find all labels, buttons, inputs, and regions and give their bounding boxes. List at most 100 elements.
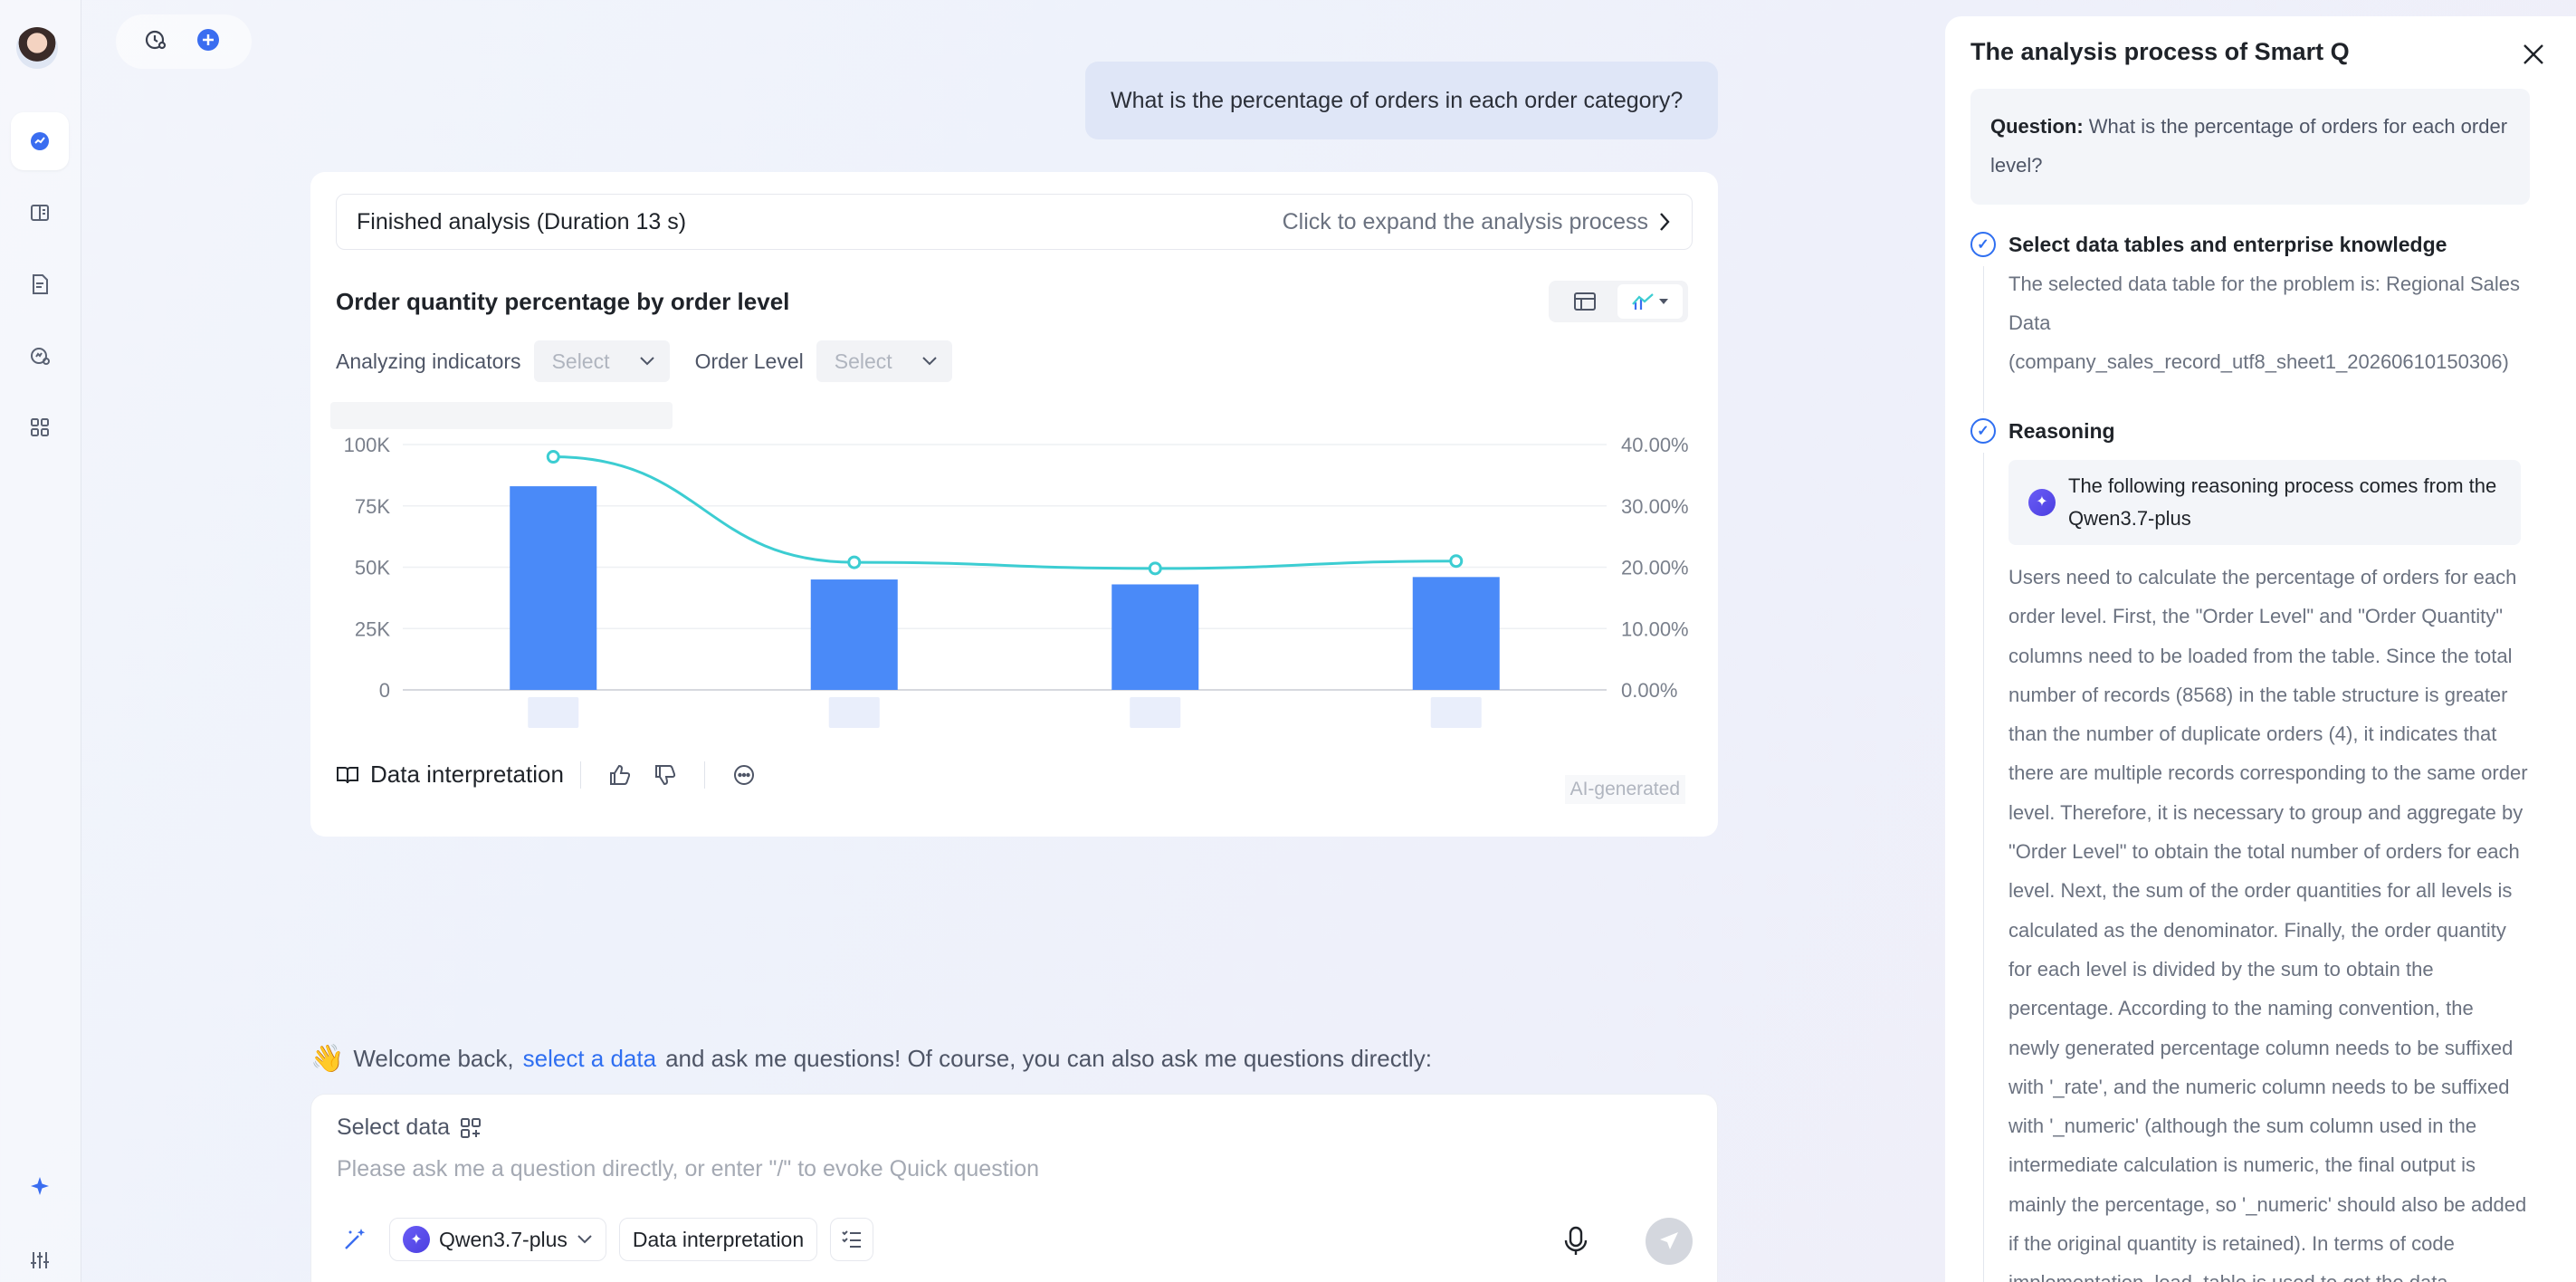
- bar: [1412, 577, 1500, 690]
- chart-title: Order quantity percentage by order level: [336, 288, 790, 315]
- bar: [1111, 584, 1199, 690]
- chart-view-icon[interactable]: [1617, 284, 1683, 319]
- x-tick-placeholder: [1430, 697, 1482, 728]
- line-point: [1449, 554, 1464, 569]
- input-tools: ✦ Qwen3.7-plus Data interpretation: [333, 1218, 874, 1261]
- model-source-note: ✦ The following reasoning process comes …: [2008, 460, 2521, 545]
- order-level-select[interactable]: Select: [816, 340, 952, 382]
- timeline-line: [1983, 266, 1984, 413]
- y-tick-label: 100K: [344, 434, 391, 456]
- chevron-down-icon: [922, 357, 937, 366]
- step1-title: Select data tables and enterprise knowle…: [2008, 232, 2447, 256]
- thumbs-down-icon[interactable]: [643, 763, 688, 787]
- welcome-message: 👋 Welcome back, select a data and ask me…: [310, 1043, 1432, 1075]
- more-options-icon[interactable]: [721, 763, 767, 787]
- data-interpretation-button[interactable]: Data interpretation: [336, 761, 564, 789]
- question-label: Question:: [1990, 115, 2084, 138]
- table-view-icon[interactable]: [1552, 284, 1617, 319]
- y-tick-label: 75K: [355, 495, 390, 518]
- x-tick-placeholder: [528, 697, 579, 728]
- divider: [703, 761, 705, 789]
- settings-sliders-icon[interactable]: [11, 1231, 69, 1282]
- apps-grid-icon[interactable]: [11, 398, 69, 456]
- y2-tick-label: 40.00%: [1621, 434, 1689, 456]
- finished-label: Finished analysis (Duration 13 s): [357, 208, 687, 234]
- qwen-logo-icon: ✦: [2028, 489, 2056, 516]
- filter-label-order-level: Order Level: [694, 349, 804, 373]
- send-button[interactable]: [1646, 1218, 1693, 1265]
- chevron-right-icon: [1660, 213, 1670, 231]
- avatar[interactable]: [16, 27, 58, 69]
- step2-title: Reasoning: [2008, 418, 2115, 443]
- expand-process-link[interactable]: Click to expand the analysis process: [1283, 209, 1672, 235]
- left-rail: [0, 0, 81, 1282]
- card-actions: Data interpretation: [336, 761, 767, 789]
- chevron-down-icon: [639, 357, 654, 366]
- y2-tick-label: 30.00%: [1621, 495, 1689, 518]
- answer-card: Finished analysis (Duration 13 s) Click …: [310, 172, 1718, 837]
- close-icon[interactable]: [2517, 38, 2550, 71]
- dataset-grid-icon: [461, 1117, 482, 1138]
- model-note-text: The following reasoning process comes fr…: [2068, 474, 2497, 530]
- question-summary: Question: What is the percentage of orde…: [1970, 89, 2530, 205]
- question-input-box: Select data Please ask me a question dir…: [310, 1094, 1718, 1282]
- qwen-logo-icon: ✦: [403, 1226, 430, 1253]
- bar: [510, 486, 597, 690]
- model-name: Qwen3.7-plus: [439, 1227, 568, 1251]
- model-selector[interactable]: ✦ Qwen3.7-plus: [389, 1218, 606, 1261]
- view-toggle: [1549, 281, 1688, 322]
- select-data-button[interactable]: Select data: [337, 1115, 482, 1141]
- step-select-data: ✓ Select data tables and enterprise know…: [1970, 232, 2447, 257]
- step1-text: The selected data table for the problem …: [2008, 273, 2520, 373]
- indicators-select[interactable]: Select: [533, 340, 670, 382]
- sparkle-icon[interactable]: [11, 1157, 69, 1215]
- select-data-label: Select data: [337, 1115, 451, 1140]
- microphone-icon[interactable]: [1556, 1221, 1596, 1261]
- monitor-icon[interactable]: [11, 327, 69, 385]
- order-level-select-value: Select: [834, 349, 892, 373]
- y-tick-label: 0: [379, 679, 390, 702]
- report-icon[interactable]: [11, 255, 69, 313]
- wave-icon: 👋: [310, 1044, 345, 1074]
- check-circle-icon: ✓: [1970, 418, 1996, 444]
- line-point: [1148, 561, 1162, 576]
- y2-tick-label: 0.00%: [1621, 679, 1677, 702]
- y2-tick-label: 20.00%: [1621, 557, 1689, 579]
- data-interpretation-chip[interactable]: Data interpretation: [618, 1218, 818, 1261]
- combo-chart: 100K 40.00% 75K 30.00% 50K 20.00% 25K 10.00% 0 0.…: [344, 434, 1689, 728]
- history-icon[interactable]: [143, 27, 168, 57]
- x-tick-placeholder: [1130, 697, 1181, 728]
- question-input[interactable]: Please ask me a question directly, or en…: [337, 1156, 1039, 1182]
- line-point: [847, 555, 862, 569]
- new-chat-icon[interactable]: [196, 27, 221, 57]
- analysis-process-panel: The analysis process of Smart Q Question…: [1945, 16, 2576, 1282]
- y-tick-label: 25K: [355, 617, 390, 640]
- bar: [810, 579, 898, 690]
- expand-label: Click to expand the analysis process: [1282, 208, 1648, 234]
- checklist-icon[interactable]: [830, 1218, 874, 1261]
- book-icon[interactable]: [11, 184, 69, 242]
- reasoning-text: Users need to calculate the percentage o…: [2008, 566, 2528, 1282]
- chart-filters: Analyzing indicators Select Order Level …: [336, 340, 978, 382]
- user-message: What is the percentage of orders in each…: [1085, 62, 1718, 139]
- thumbs-up-icon[interactable]: [597, 763, 643, 787]
- analysis-status-bar[interactable]: Finished analysis (Duration 13 s) Click …: [336, 194, 1693, 250]
- send-icon: [1660, 1232, 1678, 1249]
- data-interpretation-chip-label: Data interpretation: [632, 1227, 805, 1251]
- step-reasoning: ✓ Reasoning: [1970, 418, 2115, 444]
- magic-wand-icon[interactable]: [333, 1218, 377, 1261]
- caret-down-icon: [1659, 299, 1668, 304]
- timeline-line: [1983, 453, 1984, 1282]
- select-data-link[interactable]: select a data: [523, 1045, 656, 1073]
- data-interpretation-label: Data interpretation: [370, 761, 564, 788]
- indicators-select-value: Select: [551, 349, 610, 373]
- panel-title: The analysis process of Smart Q: [1970, 38, 2350, 65]
- check-circle-icon: ✓: [1970, 232, 1996, 257]
- welcome-prefix: Welcome back,: [353, 1045, 514, 1072]
- book-open-icon: [337, 766, 358, 783]
- series-line: [553, 455, 1456, 570]
- chat-analysis-icon[interactable]: [11, 112, 69, 170]
- y2-tick-label: 10.00%: [1621, 617, 1689, 640]
- ai-generated-badge: AI-generated: [1564, 775, 1685, 804]
- top-toolbar: [116, 14, 252, 69]
